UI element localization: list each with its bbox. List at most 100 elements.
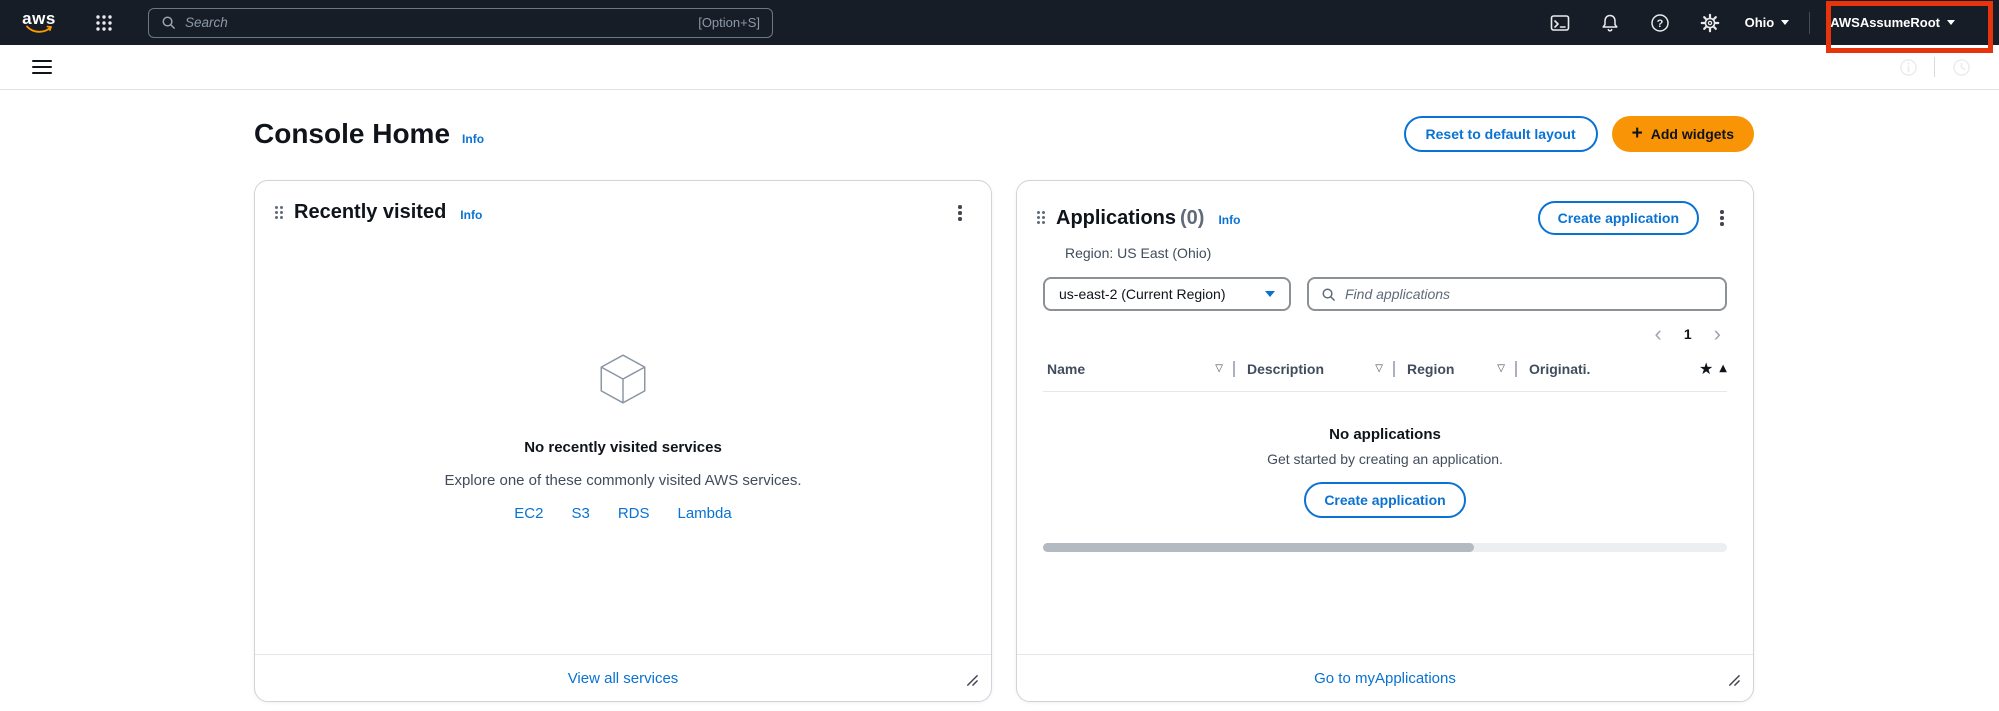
- find-applications-input[interactable]: [1345, 286, 1713, 302]
- account-menu[interactable]: AWSAssumeRoot: [1830, 15, 1955, 30]
- page-header: Console Home Info Reset to default layou…: [254, 114, 1754, 154]
- region-selector[interactable]: Ohio: [1745, 15, 1790, 30]
- applications-header: Applications(0) Info Create application: [1017, 181, 1753, 235]
- column-divider: [1515, 361, 1517, 377]
- kebab-menu-icon[interactable]: [1709, 206, 1735, 230]
- search-icon: [1321, 287, 1336, 302]
- topnav-right-cluster: ?: [1545, 0, 1999, 45]
- main-content: Console Home Info Reset to default layou…: [0, 90, 1999, 711]
- aws-console-screen: aws [Option+S]: [0, 0, 1999, 711]
- chevron-down-icon: [1265, 291, 1275, 297]
- create-application-button[interactable]: Create application: [1304, 482, 1465, 518]
- go-to-myapplications-link[interactable]: Go to myApplications: [1314, 670, 1456, 687]
- aws-logo[interactable]: aws: [18, 12, 60, 34]
- resize-handle-icon[interactable]: [1726, 672, 1741, 692]
- view-all-services-link[interactable]: View all services: [568, 670, 679, 687]
- scrollbar-thumb[interactable]: [1043, 543, 1474, 552]
- info-panel-icon[interactable]: [1890, 49, 1926, 85]
- column-divider: [1393, 361, 1395, 377]
- applications-controls: us-east-2 (Current Region): [1043, 277, 1727, 311]
- recently-visited-footer: View all services: [255, 654, 991, 701]
- pagination-current-page[interactable]: 1: [1684, 326, 1692, 342]
- pagination: ‹ 1 ›: [1043, 323, 1727, 345]
- empty-state-title: No applications: [1329, 426, 1441, 443]
- widget-title: Recently visited: [294, 201, 446, 224]
- settings-gear-icon[interactable]: [1695, 5, 1725, 41]
- sort-ascending-icon: ▲: [1719, 363, 1727, 374]
- empty-state-description: Explore one of these commonly visited AW…: [444, 472, 801, 489]
- create-application-button[interactable]: Create application: [1538, 201, 1699, 235]
- recently-visited-empty-state: No recently visited services Explore one…: [255, 225, 991, 655]
- service-link-ec2[interactable]: EC2: [514, 505, 543, 522]
- pagination-next-icon[interactable]: ›: [1712, 323, 1723, 345]
- aws-smile-icon: [25, 25, 53, 34]
- menu-icon[interactable]: [24, 49, 60, 85]
- search-bar[interactable]: [Option+S]: [148, 8, 773, 38]
- sort-icon: ▽: [1215, 363, 1233, 374]
- history-clock-icon[interactable]: [1943, 49, 1979, 85]
- widget-info-link[interactable]: Info: [460, 208, 482, 222]
- page-info-link[interactable]: Info: [462, 132, 484, 146]
- search-shortcut-hint: [Option+S]: [698, 15, 760, 30]
- star-icon: ★: [1699, 359, 1713, 378]
- recently-visited-widget: Recently visited Info No recently: [254, 180, 992, 702]
- horizontal-scrollbar[interactable]: [1043, 543, 1727, 552]
- widgets-row: Recently visited Info No recently: [254, 180, 1754, 702]
- column-header-description[interactable]: Description ▽: [1247, 361, 1393, 377]
- applications-table-header: Name ▽ Description ▽ Region ▽: [1043, 359, 1727, 392]
- search-input[interactable]: [185, 15, 689, 30]
- column-header-name[interactable]: Name ▽: [1047, 361, 1233, 377]
- drag-handle-icon[interactable]: [1037, 211, 1046, 225]
- region-filter-select[interactable]: us-east-2 (Current Region): [1043, 277, 1291, 311]
- kebab-menu-icon[interactable]: [947, 201, 973, 225]
- region-label: Ohio: [1745, 15, 1775, 30]
- subbar-divider: [1934, 57, 1935, 77]
- service-link-rds[interactable]: RDS: [618, 505, 650, 522]
- cube-icon: [594, 350, 652, 413]
- add-widgets-button[interactable]: + Add widgets: [1612, 116, 1754, 152]
- service-link-lambda[interactable]: Lambda: [678, 505, 732, 522]
- region-filter-value: us-east-2 (Current Region): [1059, 286, 1226, 302]
- chevron-down-icon: [1947, 20, 1955, 25]
- applications-body: Region: US East (Ohio) us-east-2 (Curren…: [1017, 235, 1753, 654]
- notifications-bell-icon[interactable]: [1595, 5, 1625, 41]
- widget-title: Applications(0): [1056, 207, 1204, 230]
- plus-icon: +: [1632, 124, 1643, 143]
- applications-count: (0): [1180, 207, 1204, 229]
- reset-layout-button[interactable]: Reset to default layout: [1404, 116, 1598, 152]
- applications-footer: Go to myApplications: [1017, 654, 1753, 701]
- help-icon[interactable]: ?: [1645, 5, 1675, 41]
- aws-logo-text: aws: [22, 12, 56, 25]
- app-grid-icon[interactable]: [86, 5, 122, 41]
- pagination-prev-icon[interactable]: ‹: [1653, 323, 1664, 345]
- empty-state-description: Get started by creating an application.: [1267, 451, 1503, 467]
- empty-state-title: No recently visited services: [524, 439, 722, 456]
- search-icon: [161, 15, 176, 30]
- column-header-favorites[interactable]: ★ ▲: [1699, 359, 1727, 378]
- svg-text:?: ?: [1656, 18, 1663, 30]
- resize-handle-icon[interactable]: [964, 672, 979, 692]
- account-label: AWSAssumeRoot: [1830, 15, 1940, 30]
- add-widgets-label: Add widgets: [1651, 126, 1734, 142]
- drag-handle-icon[interactable]: [275, 206, 284, 220]
- topnav-divider: [1809, 12, 1810, 34]
- secondary-bar: [0, 45, 1999, 90]
- page-actions: Reset to default layout + Add widgets: [1404, 116, 1754, 152]
- top-navigation-bar: aws [Option+S]: [0, 0, 1999, 45]
- service-links: EC2 S3 RDS Lambda: [514, 505, 731, 522]
- applications-widget: Applications(0) Info Create application …: [1016, 180, 1754, 702]
- applications-empty-state: No applications Get started by creating …: [1043, 426, 1727, 518]
- widget-info-link[interactable]: Info: [1218, 213, 1240, 227]
- cloudshell-icon[interactable]: [1545, 5, 1575, 41]
- column-header-region[interactable]: Region ▽: [1407, 361, 1515, 377]
- column-divider: [1233, 361, 1235, 377]
- chevron-down-icon: [1781, 20, 1789, 25]
- recently-visited-header: Recently visited Info: [255, 181, 991, 225]
- subbar-right-cluster: [1890, 49, 1999, 85]
- find-applications-search[interactable]: [1307, 277, 1727, 311]
- service-link-s3[interactable]: S3: [571, 505, 589, 522]
- applications-region-line: Region: US East (Ohio): [1065, 245, 1727, 261]
- page-title: Console Home: [254, 118, 450, 150]
- sort-icon: ▽: [1375, 363, 1393, 374]
- column-header-originating[interactable]: Originati.: [1529, 361, 1621, 377]
